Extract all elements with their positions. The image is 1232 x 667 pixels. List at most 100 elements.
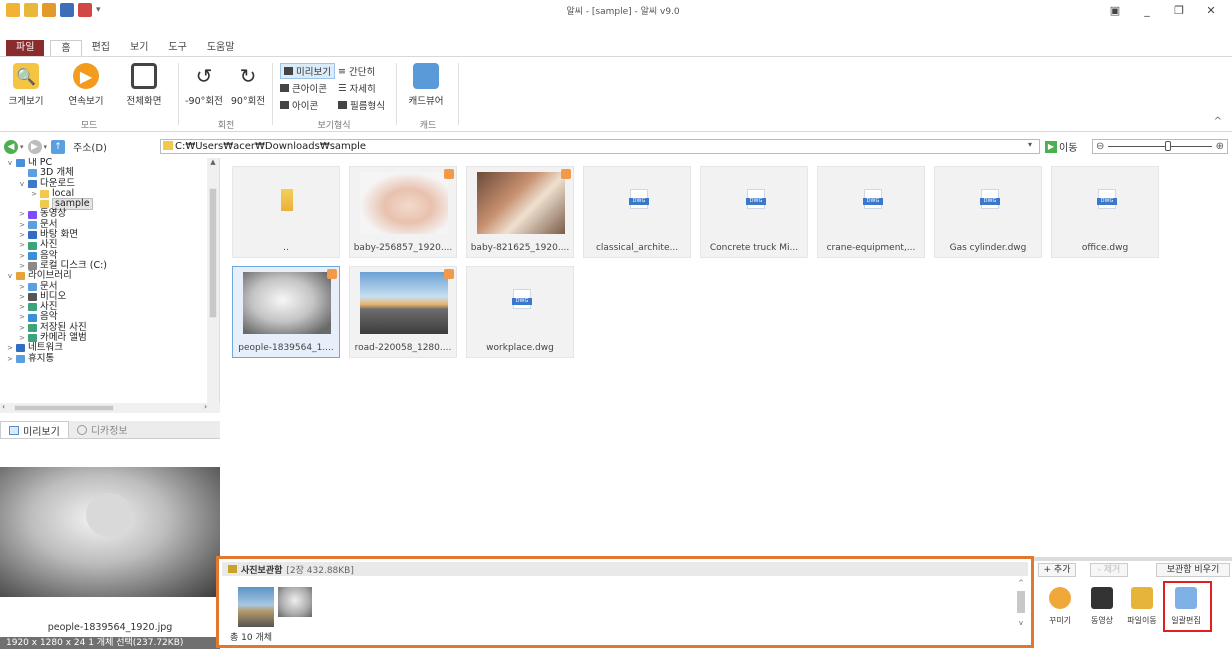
tree-vertical-scrollbar[interactable]: ▲ ▼ [207, 158, 219, 412]
expand-toggle-icon[interactable]: > [18, 292, 26, 302]
add-button[interactable]: + 추가 [1038, 563, 1076, 577]
view-large-icon-option[interactable]: 큰아이콘 [280, 81, 327, 95]
expand-toggle-icon[interactable]: > [18, 230, 26, 240]
expand-toggle-icon[interactable]: v [6, 271, 14, 281]
up-folder-icon[interactable]: ↑ [51, 139, 66, 154]
tab-home[interactable]: 홈 [50, 40, 82, 56]
expand-toggle-icon[interactable]: > [6, 354, 14, 364]
zoom-out-icon[interactable]: ⊖ [1096, 141, 1104, 152]
tab-view[interactable]: 보기 [120, 40, 158, 56]
tree-item[interactable]: v내 PC [0, 158, 219, 168]
scroll-thumb[interactable] [209, 188, 217, 318]
scroll-up-icon[interactable]: ^ [1016, 579, 1026, 587]
file-thumbnail[interactable]: .. [232, 166, 340, 258]
tree-item[interactable]: > local [0, 188, 219, 199]
address-input[interactable]: C:₩Users₩acer₩Downloads₩sample [160, 139, 1040, 154]
tree-item[interactable]: > 사진 [0, 301, 219, 312]
tree-item[interactable]: > 바탕 화면 [0, 229, 219, 240]
scroll-thumb[interactable] [1017, 591, 1025, 613]
stored-photo-people[interactable] [278, 587, 312, 617]
view-details-option[interactable]: ☰ 자세히 [338, 81, 376, 96]
file-thumbnail[interactable]: DWG classical_archite... [583, 166, 691, 258]
tree-horizontal-scrollbar[interactable]: ‹ › [0, 402, 220, 413]
expand-toggle-icon[interactable]: v [6, 158, 14, 168]
file-thumbnail[interactable]: road-220058_1280.... [349, 266, 457, 358]
decorate-tool[interactable]: 꾸미기 [1040, 587, 1080, 626]
photo-box-scrollbar[interactable]: ^ v [1016, 579, 1026, 627]
expand-toggle-icon[interactable]: > [18, 302, 26, 312]
tab-file[interactable]: 파일 [6, 40, 45, 56]
file-thumbnail[interactable]: DWG office.dwg [1051, 166, 1159, 258]
print-icon[interactable] [78, 3, 92, 17]
zoom-slider[interactable]: ⊖ ⊕ [1092, 139, 1228, 154]
ribbon-toggle-button[interactable]: ▣ [1106, 4, 1124, 17]
video-tool[interactable]: 동영상 [1082, 587, 1122, 626]
file-thumbnail[interactable]: DWG crane-equipment,... [817, 166, 925, 258]
qat-dropdown-icon[interactable]: ▾ [96, 5, 101, 15]
rotate-left-button[interactable]: ↺ -90°회전 [180, 61, 228, 107]
file-thumbnail[interactable]: baby-256857_1920.... [349, 166, 457, 258]
stored-photo-road[interactable] [238, 587, 274, 627]
expand-toggle-icon[interactable]: > [18, 323, 26, 333]
tree-item[interactable]: sample [0, 198, 219, 211]
tab-camera-info[interactable]: 디카정보 [69, 421, 136, 438]
file-thumbnail[interactable]: DWG Gas cylinder.dwg [934, 166, 1042, 258]
slideshow-button[interactable]: ▶ 연속보기 [62, 61, 110, 107]
open-folder-icon[interactable] [24, 3, 38, 17]
view-film-option[interactable]: 필름형식 [338, 98, 385, 112]
tree-item[interactable]: > 저장된 사진 [0, 322, 219, 333]
zoom-track[interactable] [1108, 141, 1212, 151]
maximize-button[interactable]: ❐ [1170, 4, 1188, 17]
expand-toggle-icon[interactable]: > [30, 189, 38, 199]
scroll-right-icon[interactable]: › [204, 402, 207, 411]
fullscreen-button[interactable]: 전체화면 [120, 61, 168, 107]
scroll-up-icon[interactable]: ▲ [207, 158, 219, 166]
view-simple-option[interactable]: ≡ 간단히 [338, 64, 375, 79]
tree-item[interactable]: > 사진 [0, 240, 219, 251]
move-files-tool[interactable]: 파일이동 [1122, 587, 1162, 626]
file-thumbnail[interactable]: DWG workplace.dwg [466, 266, 574, 358]
app-logo-icon[interactable] [6, 3, 20, 17]
expand-toggle-icon[interactable]: > [6, 343, 14, 353]
file-thumbnail[interactable]: baby-821625_1920.... [466, 166, 574, 258]
save-icon[interactable] [60, 3, 74, 17]
tree-item[interactable]: > 비디오 [0, 291, 219, 302]
forward-icon[interactable]: ▶ [27, 139, 42, 154]
remove-button[interactable]: - 제거 [1090, 563, 1128, 577]
minimize-button[interactable]: _ [1138, 4, 1156, 17]
tree-item[interactable]: > 음악 [0, 312, 219, 323]
scroll-down-icon[interactable]: v [1016, 619, 1026, 627]
go-button[interactable]: ▶ 이동 [1045, 139, 1077, 154]
expand-toggle-icon[interactable]: > [18, 240, 26, 250]
tab-preview[interactable]: 미리보기 [0, 421, 69, 438]
tree-item[interactable]: v 다운로드 [0, 178, 219, 189]
tree-item[interactable]: > 문서 [0, 281, 219, 292]
expand-toggle-icon[interactable]: > [18, 251, 26, 261]
file-thumbnail[interactable]: DWG Concrete truck Mi... [700, 166, 808, 258]
tree-item[interactable]: v 라이브러리 [0, 270, 219, 281]
expand-toggle-icon[interactable]: > [18, 261, 26, 271]
cad-viewer-button[interactable]: 캐드뷰어 [402, 61, 450, 107]
tree-item[interactable]: 3D 개체 [0, 167, 219, 178]
tab-tools[interactable]: 도구 [158, 40, 196, 56]
forward-dropdown-icon[interactable]: ▾ [44, 143, 48, 151]
view-preview-option[interactable]: 미리보기 [280, 63, 335, 79]
large-view-button[interactable]: 🔍 크게보기 [2, 61, 50, 107]
collapse-ribbon-icon[interactable]: ^ [1214, 116, 1222, 127]
tab-edit[interactable]: 편집 [82, 40, 120, 56]
photo-folder-icon[interactable] [42, 3, 56, 17]
close-button[interactable]: ✕ [1202, 4, 1220, 17]
tree-item[interactable]: > 음악 [0, 250, 219, 261]
back-icon[interactable]: ◀ [4, 139, 18, 154]
tree-item[interactable]: > 문서 [0, 219, 219, 230]
scroll-left-icon[interactable]: ‹ [2, 402, 5, 411]
file-thumbnail[interactable]: people-1839564_1.... [232, 266, 340, 358]
expand-toggle-icon[interactable]: > [18, 209, 26, 219]
rotate-right-button[interactable]: ↻ 90°회전 [224, 61, 272, 107]
view-icon-option[interactable]: 아이콘 [280, 98, 318, 112]
tab-help[interactable]: 도움말 [197, 40, 245, 56]
expand-toggle-icon[interactable]: > [18, 333, 26, 343]
expand-toggle-icon[interactable]: > [18, 312, 26, 322]
tree-item[interactable]: > 동영상 [0, 209, 219, 220]
scroll-thumb[interactable] [14, 405, 114, 411]
